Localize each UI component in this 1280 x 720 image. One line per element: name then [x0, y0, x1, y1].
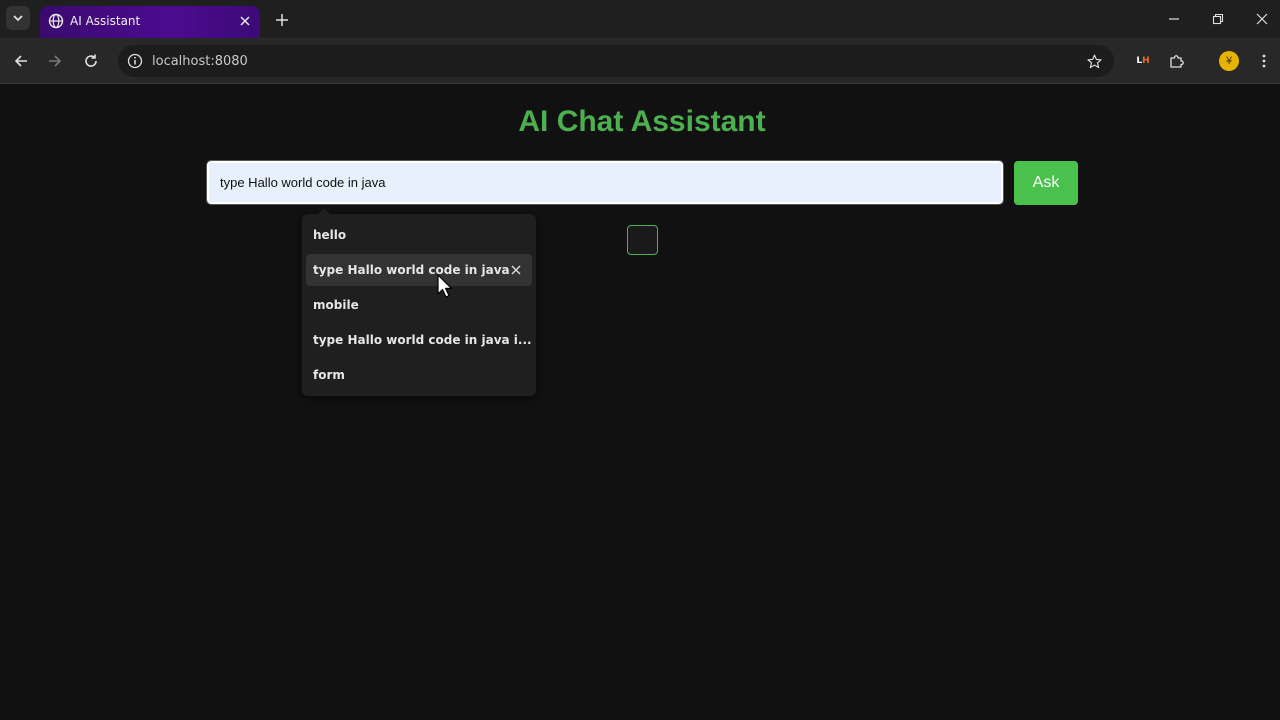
plus-icon	[276, 14, 288, 26]
page-title: AI Chat Assistant	[518, 105, 766, 138]
kebab-menu-icon	[1262, 54, 1266, 68]
chevron-down-icon	[13, 15, 23, 22]
tab-title: AI Assistant	[70, 14, 141, 28]
star-icon	[1086, 54, 1102, 68]
close-icon	[511, 265, 521, 275]
tab-close-button[interactable]	[236, 12, 254, 30]
tab-search-button[interactable]	[6, 6, 30, 30]
chat-input[interactable]	[206, 160, 1004, 205]
autofill-item[interactable]: mobile	[306, 289, 532, 321]
browser-menu-button[interactable]	[1252, 49, 1276, 73]
globe-icon	[48, 13, 64, 29]
back-button[interactable]	[9, 49, 33, 73]
profile-avatar[interactable]: ¥	[1219, 51, 1239, 71]
address-bar[interactable]: localhost:8080	[118, 45, 1114, 77]
autofill-item[interactable]: hello	[306, 219, 532, 251]
puzzle-icon	[1170, 55, 1184, 68]
autofill-item[interactable]: type Hallo world code in java	[306, 254, 532, 286]
lighthouse-icon: LH	[1136, 56, 1150, 66]
lighthouse-extension-button[interactable]: LH	[1131, 49, 1155, 73]
forward-button[interactable]	[43, 49, 67, 73]
reload-icon	[85, 54, 97, 67]
response-box	[627, 225, 658, 255]
forward-arrow-icon	[49, 55, 62, 67]
back-arrow-icon	[14, 55, 27, 67]
info-icon	[127, 53, 143, 69]
autofill-dropdown: hello type Hallo world code in java mobi…	[302, 208, 536, 396]
restore-button[interactable]	[1206, 8, 1230, 30]
close-icon	[1256, 13, 1268, 25]
extensions-button[interactable]	[1165, 49, 1189, 73]
tab-strip: AI Assistant	[0, 0, 1280, 38]
minimize-icon	[1169, 18, 1179, 20]
url-text: localhost:8080	[152, 54, 248, 69]
autofill-item[interactable]: form	[306, 359, 532, 391]
minimize-button[interactable]	[1162, 8, 1186, 30]
restore-icon	[1212, 13, 1224, 25]
site-info-button[interactable]	[124, 50, 146, 72]
reload-button[interactable]	[79, 49, 103, 73]
browser-toolbar: localhost:8080 LH ¥	[0, 38, 1280, 84]
tab-ai-assistant[interactable]: AI Assistant	[40, 6, 260, 38]
mouse-cursor-icon	[437, 274, 453, 298]
close-icon	[240, 16, 250, 26]
ask-button[interactable]: Ask	[1014, 161, 1078, 205]
bookmark-button[interactable]	[1084, 51, 1104, 71]
page-content: AI Chat Assistant Ask hello type Hallo w…	[0, 85, 1280, 720]
autofill-item[interactable]: type Hallo world code in java i...	[306, 324, 532, 356]
close-window-button[interactable]	[1250, 8, 1274, 30]
new-tab-button[interactable]	[272, 10, 292, 30]
dropdown-caret	[318, 208, 330, 214]
remove-suggestion-button[interactable]	[508, 262, 524, 278]
